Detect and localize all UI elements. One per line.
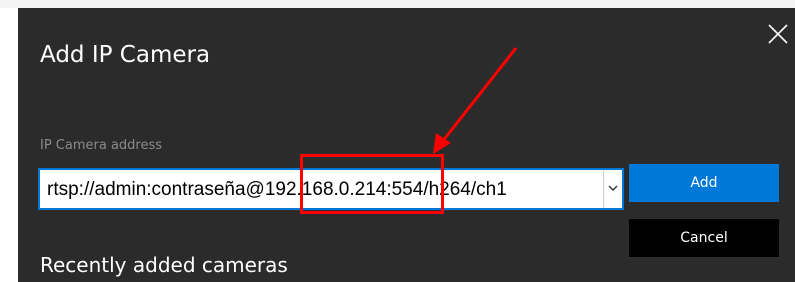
ip-highlight-box <box>300 154 444 214</box>
background-strip <box>0 0 795 8</box>
recently-added-cameras-heading: Recently added cameras <box>40 253 288 277</box>
dialog-title: Add IP Camera <box>40 42 211 68</box>
add-ip-camera-dialog: Add IP Camera IP Camera address rtsp://a… <box>18 8 795 282</box>
add-button[interactable]: Add <box>629 164 779 202</box>
dropdown-button[interactable] <box>603 170 622 208</box>
close-icon[interactable] <box>764 20 792 48</box>
chevron-down-icon <box>608 185 618 191</box>
ip-camera-address-label: IP Camera address <box>40 138 163 153</box>
cancel-button[interactable]: Cancel <box>629 219 779 257</box>
